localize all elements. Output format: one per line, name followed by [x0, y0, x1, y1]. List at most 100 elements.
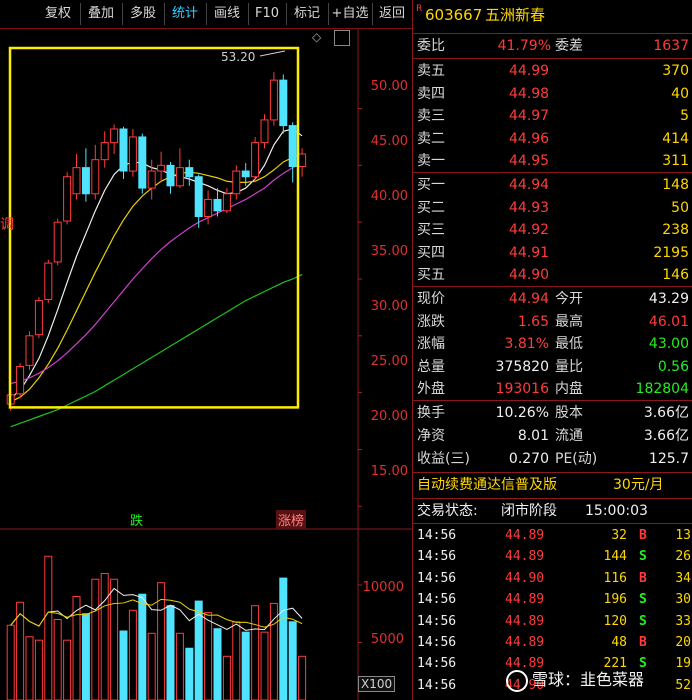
trade-time: 14:56: [417, 635, 457, 650]
diamond-icon[interactable]: ◇: [312, 30, 321, 44]
fund-label: 换手: [417, 405, 445, 421]
toolbar-stats-button[interactable]: 统计: [164, 3, 207, 25]
order-row-sell[interactable]: 卖四 44.98 40: [413, 83, 692, 105]
order-row-buy[interactable]: 买五 44.90 146: [413, 264, 692, 286]
order-label: 卖五: [417, 63, 445, 79]
fund-label: PE(动): [555, 451, 598, 467]
trade-price: 44.89: [505, 592, 545, 608]
trade-volume: 120: [603, 613, 627, 629]
price-tick: 20.00: [370, 409, 408, 424]
order-row-buy[interactable]: 买二 44.93 50: [413, 197, 692, 219]
trade-status-row: 交易状态: 闭市阶段 15:00:03: [413, 500, 692, 522]
order-label: 卖二: [417, 130, 445, 147]
volume-bar: [166, 605, 175, 700]
candle-body: [241, 170, 250, 178]
trade-side: B: [639, 635, 647, 650]
volume-bar: [213, 628, 222, 700]
ma-line-magenta: [10, 162, 303, 385]
volume-bar: [147, 632, 156, 700]
order-price: 44.98: [509, 85, 550, 102]
order-row-buy[interactable]: 买一 44.94 148: [413, 174, 692, 196]
fund-value: 3.66亿: [643, 428, 689, 444]
volume-tick: 5000: [370, 632, 404, 647]
candle-body: [269, 79, 278, 121]
ma-line-green: [10, 273, 303, 428]
candle-body: [175, 167, 184, 187]
price-axis: 50.00 45.00 40.00 35.00 30.00 25.00 20.0…: [360, 29, 410, 529]
stock-code: 603667: [425, 6, 483, 24]
candle-body: [288, 125, 297, 168]
toolbar-fuquan-button[interactable]: 复权: [36, 3, 81, 25]
order-label: 买二: [417, 199, 445, 216]
toolbar-multi-stock-button[interactable]: 多股: [122, 3, 165, 25]
order-label: 买三: [417, 222, 445, 239]
trade-count: 34: [675, 570, 691, 586]
promo-text[interactable]: 自动续费通达信普及版: [417, 474, 557, 496]
stat-label: 今开: [555, 291, 583, 307]
selection-box: [8, 46, 300, 409]
candle-body: [204, 198, 213, 217]
fund-row: 收益(三) 0.270 PE(动) 125.7: [413, 448, 692, 470]
order-row-sell[interactable]: 卖二 44.96 414: [413, 128, 692, 150]
volume-tick: 10000: [362, 580, 404, 595]
fund-label: 流通: [555, 428, 583, 444]
stat-label: 外盘: [417, 381, 445, 398]
order-row-sell[interactable]: 卖五 44.99 370: [413, 60, 692, 82]
trade-count: 52: [675, 677, 691, 693]
order-volume: 5: [680, 108, 689, 125]
promo-price[interactable]: 30元/月: [613, 474, 664, 496]
stat-label: 量比: [555, 358, 583, 375]
stat-value: 182804: [635, 381, 689, 398]
volume-bar: [298, 655, 307, 700]
order-row-sell[interactable]: 卖一 44.95 311: [413, 150, 692, 172]
trade-time: 14:56: [417, 656, 457, 672]
toolbar-overlay-button[interactable]: 叠加: [80, 3, 123, 25]
order-volume: 40: [671, 85, 689, 102]
toolbar-draw-button[interactable]: 画线: [206, 3, 249, 25]
stat-value: 43.00: [648, 336, 689, 353]
fund-value: 0.270: [508, 451, 549, 467]
toolbar-back-button[interactable]: 返回: [372, 3, 412, 25]
candle-body: [157, 164, 166, 172]
trade-side: B: [639, 528, 647, 543]
stat-row: 现价 44.94 今开 43.29: [413, 288, 692, 310]
candle-body: [63, 176, 72, 222]
toolbar-mark-button[interactable]: 标记: [286, 3, 329, 25]
stat-label: 涨跌: [417, 313, 445, 330]
candle-body: [298, 153, 307, 167]
stat-value: 0.56: [657, 358, 689, 375]
candle-body: [147, 170, 156, 189]
promo-row[interactable]: 自动续费通达信普及版 30元/月: [413, 474, 692, 496]
order-row-buy[interactable]: 买三 44.92 238: [413, 219, 692, 241]
toolbar-add-watchlist-button[interactable]: +自选: [328, 3, 373, 25]
trade-side: S: [639, 592, 647, 608]
volume-bar: [34, 639, 43, 700]
price-tick: 25.00: [370, 354, 408, 369]
volume-bar: [53, 619, 62, 700]
order-row-sell[interactable]: 卖三 44.97 5: [413, 105, 692, 127]
order-price: 44.93: [509, 199, 550, 216]
stat-label: 总量: [417, 358, 445, 375]
toolbar-f10-button[interactable]: F10: [248, 3, 287, 25]
order-row-buy[interactable]: 买四 44.91 2195: [413, 242, 692, 264]
volume-bar: [251, 605, 260, 700]
price-tick: 35.00: [370, 244, 408, 259]
kline-chart[interactable]: [0, 29, 412, 700]
stat-value: 375820: [495, 358, 549, 375]
candle-body: [232, 170, 241, 195]
stat-label: 内盘: [555, 381, 583, 398]
trade-row: 14:56 44.89 32 B 13: [413, 525, 692, 546]
high-price-pointer: [259, 50, 286, 57]
trade-count: 13: [675, 528, 691, 543]
price-tick: 50.00: [370, 79, 408, 94]
candle-body: [194, 176, 203, 218]
window-toggle-icon[interactable]: [334, 30, 350, 46]
order-volume: 50: [671, 199, 689, 216]
trade-price: 44.89: [505, 549, 545, 565]
candle-body: [260, 119, 269, 144]
event-label: 调: [0, 217, 14, 233]
candle-body: [138, 136, 147, 189]
candle-body: [91, 159, 100, 195]
fund-value: 125.7: [648, 451, 689, 467]
volume-bar: [222, 655, 231, 700]
